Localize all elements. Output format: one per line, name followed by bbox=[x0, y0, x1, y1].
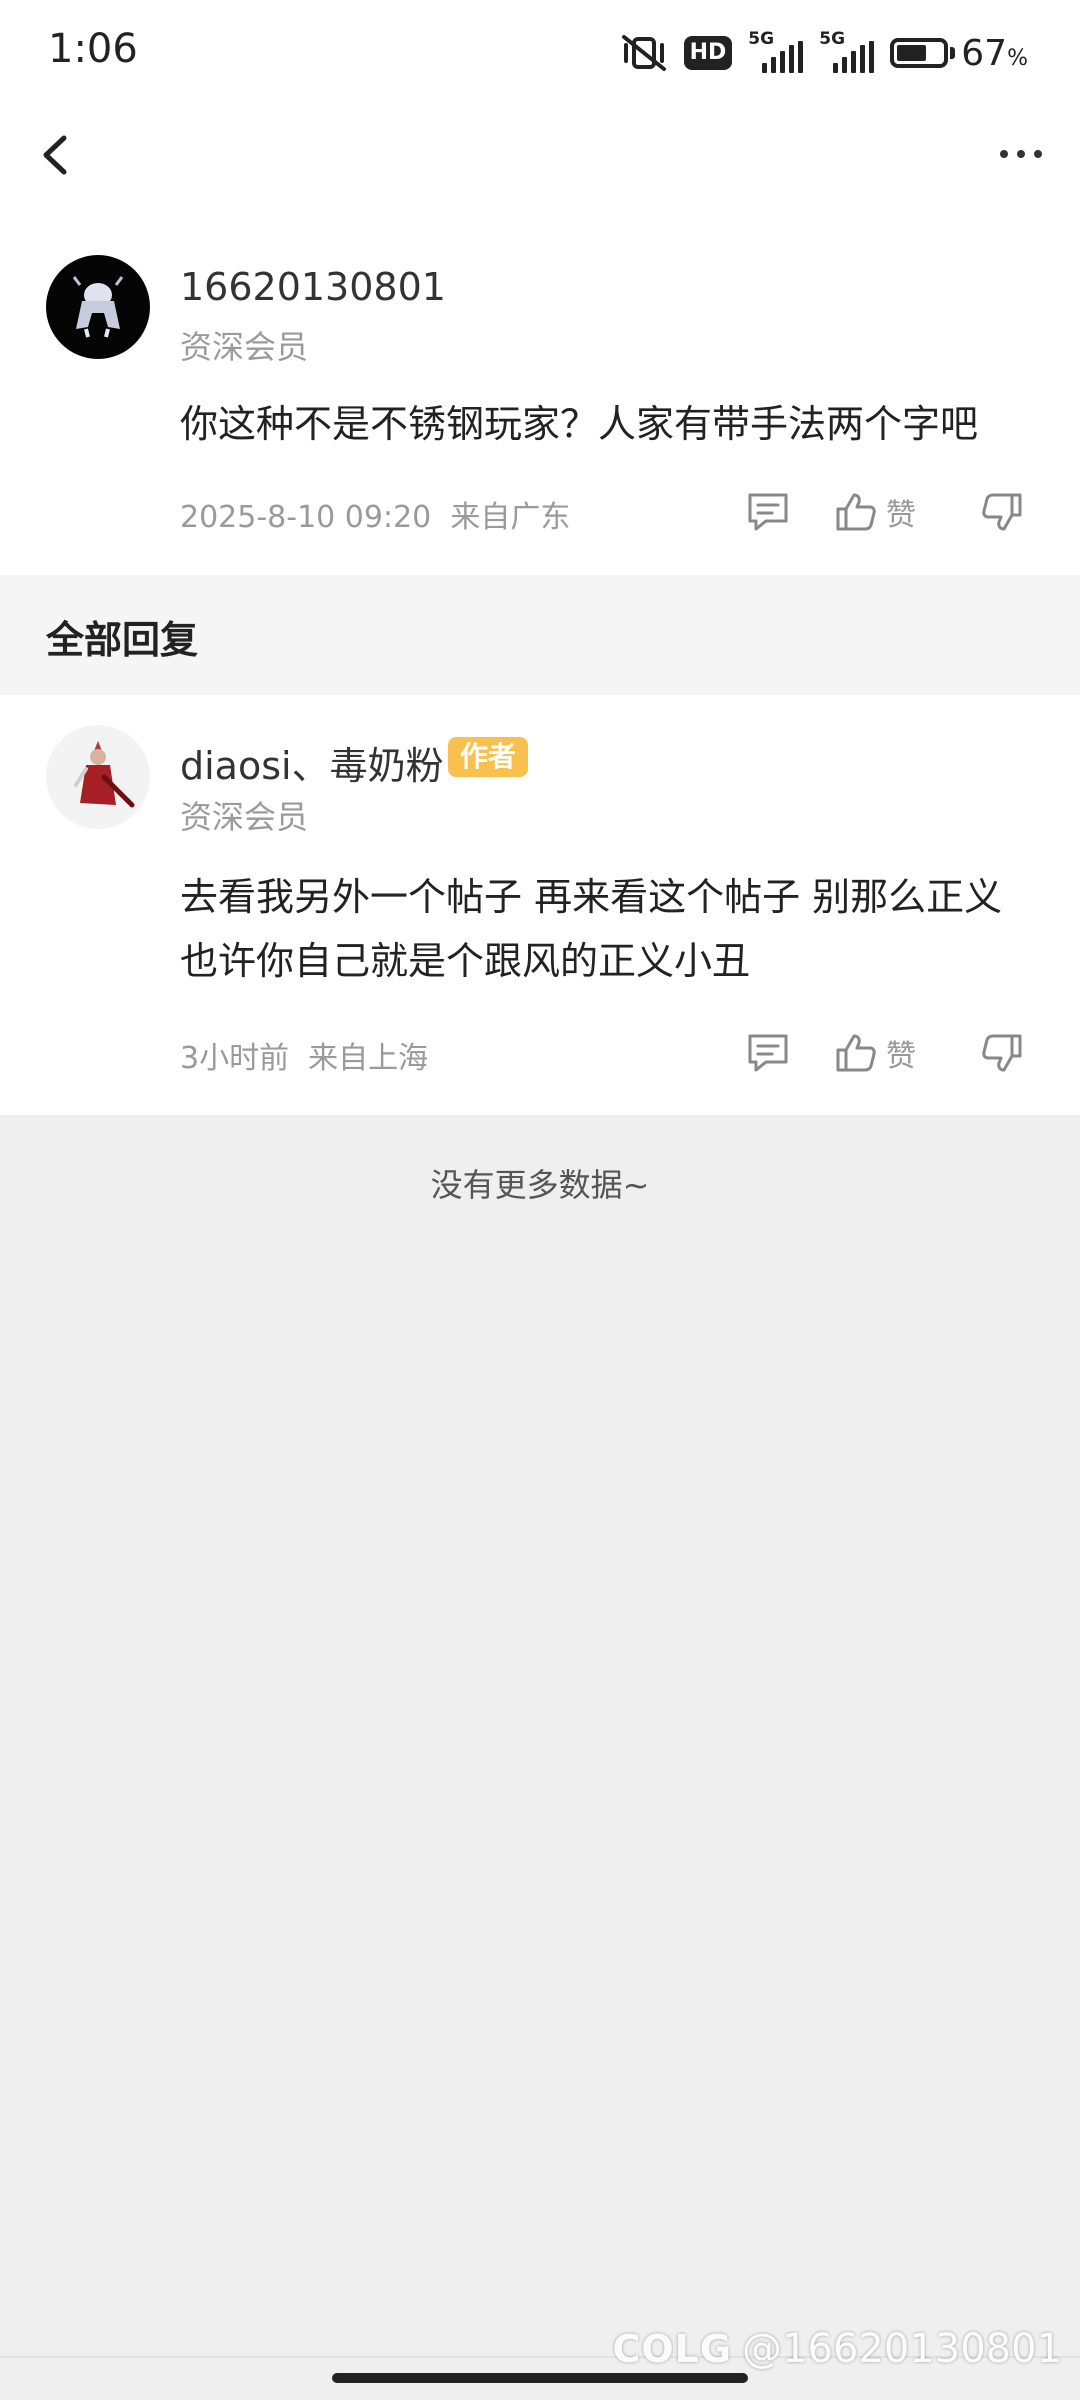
comment-actions: 赞 bbox=[746, 490, 1024, 534]
like-button[interactable]: 赞 bbox=[834, 490, 916, 534]
nav-bar bbox=[0, 100, 1080, 210]
avatar-character-icon bbox=[74, 741, 135, 808]
reply-time: 3小时前 bbox=[180, 1041, 290, 1076]
page: 1:06 HD 5G 5G 67% 16620130801 资深会员 你这种不是… bbox=[0, 0, 1080, 2400]
thumbs-up-icon bbox=[836, 493, 876, 531]
chevron-left-icon[interactable] bbox=[34, 130, 78, 180]
username[interactable]: 16620130801 bbox=[180, 265, 446, 309]
watermark-logo: COLG bbox=[612, 2327, 733, 2371]
watermark-handle: @16620130801 bbox=[742, 2326, 1062, 2372]
comment-content: 你这种不是不锈钢玩家？人家有带手法两个字吧 bbox=[180, 402, 979, 446]
member-rank: 资深会员 bbox=[180, 798, 309, 836]
vibrate-off-icon bbox=[621, 35, 666, 71]
hd-badge: HD bbox=[683, 36, 733, 70]
network-type-2: 5G bbox=[819, 29, 846, 49]
username[interactable]: diaosi、毒奶粉 bbox=[180, 735, 444, 790]
comment-icon bbox=[748, 1034, 788, 1072]
no-more-data: 没有更多数据~ bbox=[430, 1166, 650, 1204]
section-header: 全部回复 bbox=[0, 575, 1080, 695]
thumbs-up-icon bbox=[836, 1034, 876, 1072]
status-icons: HD 5G 5G 67% bbox=[620, 28, 1028, 78]
comment-location: 来自广东 bbox=[450, 500, 571, 535]
network-type-1: 5G bbox=[748, 29, 775, 49]
watermark: COLG @16620130801 bbox=[612, 2326, 1062, 2372]
dislike-button[interactable] bbox=[980, 491, 1024, 533]
battery-fill bbox=[897, 45, 927, 61]
author-badge: 作者 bbox=[448, 737, 529, 777]
more-horizontal-icon[interactable] bbox=[1000, 142, 1052, 166]
status-bar: 1:06 HD 5G 5G 67% bbox=[0, 0, 1080, 100]
comment-meta: 2025-8-10 09:20 来自广东 bbox=[180, 492, 570, 536]
status-time: 1:06 bbox=[48, 26, 138, 72]
home-indicator[interactable] bbox=[332, 2373, 748, 2383]
reply-meta: 3小时前 来自上海 bbox=[180, 1033, 428, 1077]
like-label: 赞 bbox=[886, 498, 916, 533]
dislike-button[interactable] bbox=[980, 1032, 1024, 1074]
like-button[interactable]: 赞 bbox=[834, 1031, 916, 1075]
main-comment: 16620130801 资深会员 你这种不是不锈钢玩家？人家有带手法两个字吧 2… bbox=[0, 210, 1080, 575]
section-title: 全部回复 bbox=[46, 618, 199, 662]
thumbs-down-icon bbox=[982, 493, 1022, 531]
comment-icon bbox=[748, 493, 788, 531]
battery: 67% bbox=[890, 33, 1028, 74]
reply-location: 来自上海 bbox=[308, 1041, 429, 1076]
avatar-character-icon bbox=[72, 276, 124, 338]
reply-item: diaosi、毒奶粉 作者 资深会员 去看我另外一个帖子 再来看这个帖子 别那么… bbox=[0, 695, 1080, 1115]
reply-button[interactable] bbox=[746, 1032, 790, 1074]
battery-text: 67% bbox=[961, 32, 1028, 74]
signal-2: 5G bbox=[819, 29, 875, 73]
reply-content: 去看我另外一个帖子 再来看这个帖子 别那么正义 也许你自己就是个跟风的正义小丑 bbox=[180, 875, 1003, 983]
avatar[interactable] bbox=[46, 255, 150, 359]
like-label: 赞 bbox=[886, 1039, 916, 1074]
signal-1: 5G bbox=[748, 29, 804, 73]
avatar[interactable] bbox=[46, 725, 150, 829]
battery-icon bbox=[890, 38, 949, 68]
reply-button[interactable] bbox=[746, 491, 790, 533]
thumbs-down-icon bbox=[982, 1034, 1022, 1072]
member-rank: 资深会员 bbox=[180, 328, 309, 366]
comment-time: 2025-8-10 09:20 bbox=[180, 500, 432, 535]
reply-actions: 赞 bbox=[746, 1031, 1024, 1075]
